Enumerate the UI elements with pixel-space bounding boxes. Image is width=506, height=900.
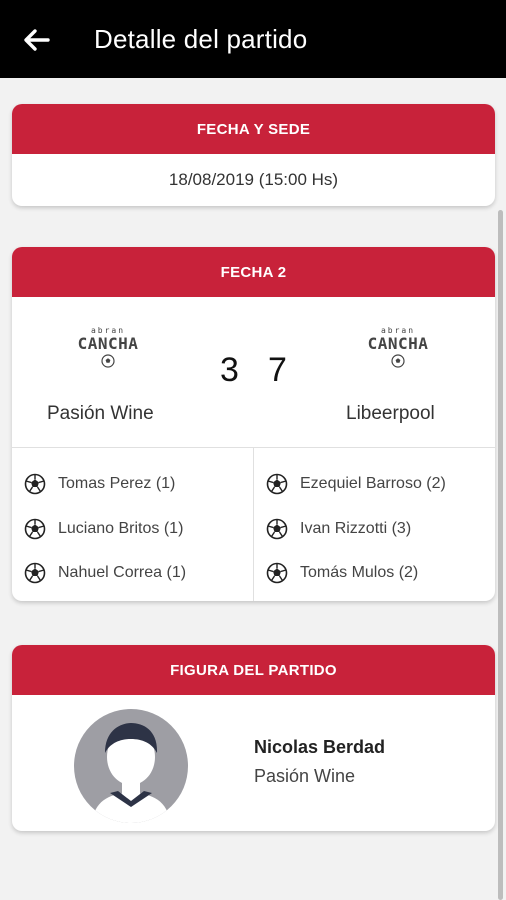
match-datetime: 18/08/2019 (15:00 Hs) xyxy=(168,170,339,189)
teams-row: abran CANCHA 3 7 abran CANCHA Pasión Win… xyxy=(12,297,495,448)
scorer-item: Ezequiel Barroso (2) xyxy=(254,462,495,507)
scorer-name: Ezequiel Barroso (2) xyxy=(300,475,446,493)
soccer-ball-icon xyxy=(391,354,405,368)
figura-body: Nicolas Berdad Pasión Wine xyxy=(12,695,495,831)
away-score: 7 xyxy=(268,351,287,389)
figura-card: FIGURA DEL PARTIDO Nicolas Berdad Pasión… xyxy=(12,645,495,831)
fecha-sede-card: FECHA Y SEDE 18/08/2019 (15:00 Hs) xyxy=(12,104,495,206)
home-team-logo: abran CANCHA xyxy=(72,327,144,371)
player-team: Pasión Wine xyxy=(254,766,356,786)
scorer-name: Tomas Perez (1) xyxy=(58,475,176,493)
away-team-logo: abran CANCHA xyxy=(362,327,434,371)
match-card: FECHA 2 abran CANCHA 3 7 abran CANCHA Pa… xyxy=(12,247,495,601)
soccer-ball-icon xyxy=(266,518,288,540)
fecha-sede-header: FECHA Y SEDE xyxy=(12,104,495,154)
scorer-item: Tomás Mulos (2) xyxy=(254,551,495,596)
away-logo-big-text: CANCHA xyxy=(367,334,429,353)
home-score: 3 xyxy=(220,351,239,389)
arrow-left-icon[interactable] xyxy=(22,26,50,54)
scorer-name: Luciano Britos (1) xyxy=(58,519,184,537)
away-team-name: Libeerpool xyxy=(346,403,435,424)
home-team-name: Pasión Wine xyxy=(47,403,154,424)
soccer-ball-icon xyxy=(266,562,288,584)
scorer-name: Nahuel Correa (1) xyxy=(58,564,187,582)
app-bar: Detalle del partido xyxy=(0,0,506,78)
soccer-ball-icon xyxy=(101,354,115,368)
soccer-ball-icon xyxy=(24,473,46,495)
away-scorers-list: Ezequiel Barroso (2) Ivan Rizzotti (3) T… xyxy=(254,448,495,601)
figura-header: FIGURA DEL PARTIDO xyxy=(12,645,495,695)
home-logo-big-text: CANCHA xyxy=(77,334,139,353)
home-scorers-list: Tomas Perez (1) Luciano Britos (1) Nahue… xyxy=(12,448,254,601)
scorer-name: Tomás Mulos (2) xyxy=(300,564,419,582)
scrollbar[interactable] xyxy=(498,210,503,900)
soccer-ball-icon xyxy=(24,518,46,540)
scorer-item: Tomas Perez (1) xyxy=(12,462,253,507)
scorer-item: Luciano Britos (1) xyxy=(12,507,253,552)
soccer-ball-icon xyxy=(266,473,288,495)
page-title: Detalle del partido xyxy=(94,24,308,54)
scorer-item: Ivan Rizzotti (3) xyxy=(254,507,495,552)
user-silhouette-icon xyxy=(92,723,170,823)
scorer-name: Ivan Rizzotti (3) xyxy=(300,519,412,537)
player-name: Nicolas Berdad xyxy=(254,737,386,757)
scorers-section: Tomas Perez (1) Luciano Britos (1) Nahue… xyxy=(12,448,495,601)
scorer-item: Nahuel Correa (1) xyxy=(12,551,253,596)
avatar xyxy=(74,709,188,823)
soccer-ball-icon xyxy=(24,562,46,584)
match-round-header: FECHA 2 xyxy=(12,247,495,297)
